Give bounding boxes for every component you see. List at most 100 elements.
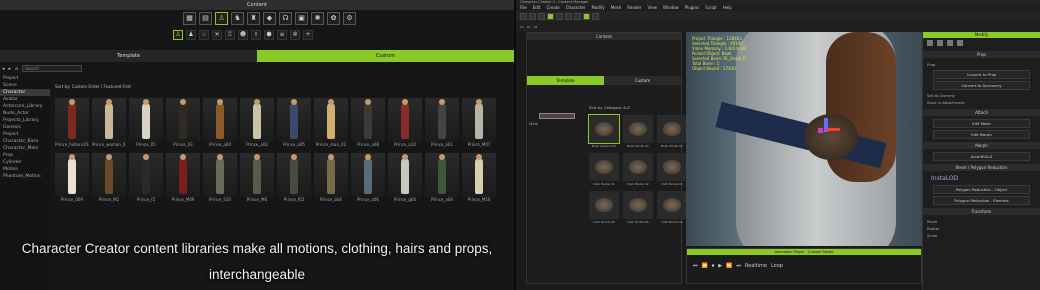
pencil-icon[interactable]	[927, 40, 933, 46]
section-morph[interactable]: Morph	[923, 142, 1040, 149]
tool-button[interactable]	[520, 12, 527, 20]
settings-icon[interactable]	[957, 40, 963, 46]
content-tab-custom[interactable]: Custom	[604, 76, 681, 85]
character-card[interactable]: Prince_a04	[425, 153, 459, 205]
character-card[interactable]: Prince_f02	[277, 153, 311, 205]
character-card[interactable]: Prince_man_02	[314, 98, 348, 150]
list-icon[interactable]: ≡	[277, 30, 287, 40]
polygon-reduction-element-button[interactable]: Polygon Reduction - Element	[933, 196, 1030, 205]
character-card[interactable]: Prince_a06	[351, 153, 385, 205]
tool-button[interactable]	[592, 12, 599, 20]
tree-item[interactable]: Character_Male	[0, 145, 50, 152]
character-card[interactable]: Prince_M2	[92, 153, 126, 205]
tree-item[interactable]: Cylinder	[0, 159, 50, 166]
edit-morph-button[interactable]: Edit Morph	[933, 130, 1030, 139]
gizmo-center[interactable]	[818, 128, 823, 133]
playback-button[interactable]: ⏩	[726, 263, 732, 269]
mesh-icon[interactable]	[947, 40, 953, 46]
prop-card[interactable]: Bowl Glazed Pot	[588, 114, 620, 149]
actorbuild-button[interactable]: ActorBUILD	[933, 152, 1030, 161]
grid-icon[interactable]: ▦	[183, 12, 196, 25]
section-attach[interactable]: Attach	[923, 109, 1040, 116]
head-icon[interactable]: ☻	[238, 30, 248, 40]
avatar-preview-thumbnail[interactable]	[539, 113, 575, 119]
tree-item[interactable]: Projects_Library	[0, 117, 50, 124]
content-tab-template[interactable]: Template	[527, 76, 604, 85]
forward-icon[interactable]: ▸	[9, 66, 12, 72]
content-sort-label[interactable]: Sort by Category: A-Z	[589, 105, 630, 110]
panel-toggle-button[interactable]: ▭	[527, 24, 531, 29]
menu-item[interactable]: View	[648, 5, 658, 11]
tree-item[interactable]: Project	[0, 131, 50, 138]
prop-card[interactable]: Dish Model 06	[657, 191, 687, 225]
playback-button[interactable]: ⏪	[702, 263, 708, 269]
character-card[interactable]: Prince_M10	[462, 153, 496, 205]
tree-item[interactable]: Avatar	[0, 96, 50, 103]
tool-button[interactable]	[574, 12, 581, 20]
tab-custom[interactable]: Custom	[257, 50, 514, 62]
prop-card[interactable]: Bowl Model 01	[623, 115, 653, 149]
prop-card[interactable]: Dish Model 04	[589, 191, 619, 225]
3d-viewport[interactable]: Project Triangle : 128403 Selected Triang…	[686, 32, 922, 246]
back-icon[interactable]: ◂	[2, 66, 5, 72]
tool-button[interactable]	[538, 12, 545, 20]
gizmo-x-axis[interactable]	[826, 128, 840, 131]
prop-icon[interactable]: ⬢	[264, 30, 274, 40]
prop-card[interactable]: Dish Model 01	[589, 153, 619, 187]
character-card[interactable]: Prince_woman_01	[92, 98, 126, 150]
hair-icon[interactable]: ☊	[279, 12, 292, 25]
character-card[interactable]: Prince_historic01	[55, 98, 89, 150]
prop-card[interactable]: Dish Model 02	[623, 153, 653, 187]
character-card[interactable]: Prince_g04	[388, 153, 422, 205]
character-card[interactable]: Prince_a01	[425, 98, 459, 150]
tool-button-active[interactable]	[547, 12, 554, 20]
edit-mesh-button[interactable]: Edit Mesh	[933, 119, 1030, 128]
tool-button[interactable]	[556, 12, 563, 20]
character-card[interactable]: Prince_M09	[166, 153, 200, 205]
sort-label[interactable]: Sort by: Custom Order / Featured First	[55, 84, 131, 89]
accessory-icon[interactable]: ◆	[263, 12, 276, 25]
plus-icon[interactable]: +	[303, 30, 313, 40]
character-card[interactable]: Prince_009	[55, 153, 89, 205]
character-card[interactable]: Prince_b04	[314, 153, 348, 205]
convert-to-accessory-button[interactable]: Convert to Accessory	[933, 81, 1030, 90]
tab-template[interactable]: Template	[0, 50, 257, 62]
tree-item[interactable]: Phantom_Motion	[0, 173, 50, 180]
section-polygon-reduction[interactable]: Reset / Polygon Reduction	[923, 164, 1040, 171]
tool-button[interactable]	[565, 12, 572, 20]
clay-pot-prop[interactable]	[804, 114, 858, 160]
character-card[interactable]: Prince_a08	[351, 98, 385, 150]
menu-item[interactable]: Render	[627, 5, 641, 11]
convert-to-prop-button[interactable]: Convert to Prop	[933, 70, 1030, 79]
cloth-icon[interactable]: ♖	[225, 30, 235, 40]
tree-item[interactable]: Motion	[0, 166, 50, 173]
light-icon[interactable]: ✺	[311, 12, 324, 25]
walk-icon[interactable]: ♞	[231, 12, 244, 25]
menu-item[interactable]: Plugins	[685, 5, 699, 11]
character-card[interactable]: Prince_S10	[203, 153, 237, 205]
character-card[interactable]: Prince_a10	[388, 98, 422, 150]
panel-toggle-button[interactable]: ▭	[520, 24, 524, 29]
image-icon[interactable]: ▣	[295, 12, 308, 25]
character-card[interactable]: Prince_05	[129, 98, 163, 150]
character-card[interactable]: Prince_03	[166, 98, 200, 150]
tree-item[interactable]: Project	[0, 75, 50, 82]
character-card[interactable]: Prince_a02	[240, 98, 274, 150]
character-card[interactable]: Prince_M07	[462, 98, 496, 150]
section-transform[interactable]: Transform	[923, 208, 1040, 215]
character-card[interactable]: Prince_a05	[277, 98, 311, 150]
save-in-attachment-checkbox[interactable]: Save in Attachment	[923, 99, 1040, 106]
menu-item[interactable]: File	[520, 5, 527, 11]
set-as-dummy-checkbox[interactable]: Set as Dummy	[923, 92, 1040, 99]
run-icon[interactable]: ♟	[186, 30, 196, 40]
playback-button[interactable]: ⏭	[736, 263, 741, 269]
playback-button[interactable]: Loop	[771, 263, 783, 269]
cross-icon[interactable]: ✕	[212, 30, 222, 40]
tree-item[interactable]: Scene	[0, 82, 50, 89]
menu-item[interactable]: Script	[705, 5, 717, 11]
tree-item[interactable]: Actorcore_Library	[0, 103, 50, 110]
prop-card[interactable]: Dish Model 03	[657, 153, 687, 187]
prop-card[interactable]: Dish Model 05	[623, 191, 653, 225]
character-icon[interactable]: ♙	[215, 12, 228, 25]
tree-item[interactable]: Character	[0, 89, 50, 96]
